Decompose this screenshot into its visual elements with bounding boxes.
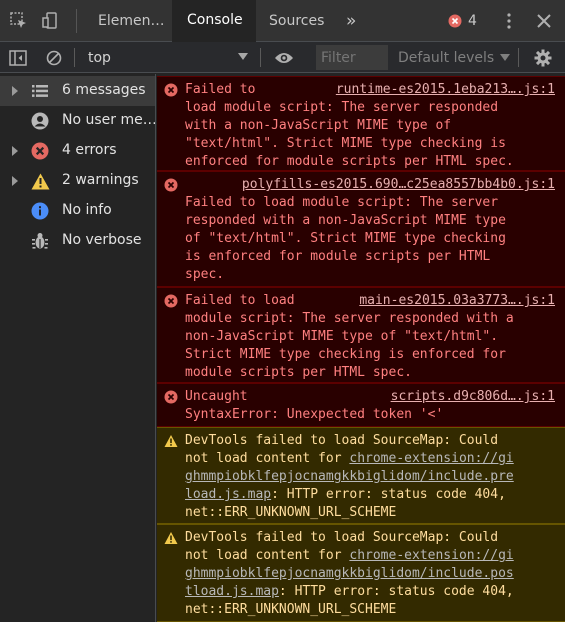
message-text: DevTools failed to load SourceMap: Could…	[185, 529, 559, 619]
console-error-message[interactable]: Failed to load module script: The server…	[157, 76, 565, 171]
chevron-down-icon	[238, 53, 248, 60]
message-line: module scripts per HTML spec.	[185, 365, 412, 380]
warning-icon	[164, 532, 178, 544]
message-line: enforced for module scripts per HTML spe…	[185, 154, 514, 169]
sourcemap-link[interactable]: chrome-extension://gi	[349, 548, 513, 563]
console-sidebar: 6 messages No user me… 4 errors 2 warnin…	[0, 74, 156, 622]
message-line: with a non-JavaScript MIME type of	[185, 118, 452, 133]
source-link[interactable]: main-es2015.03a3773….js:1	[359, 292, 555, 310]
context-label: top	[88, 49, 111, 66]
message-line: non-JavaScript MIME type of "text/html".	[185, 329, 499, 344]
sidebar-item-label: 2 warnings	[62, 172, 139, 188]
expand-arrow-icon[interactable]	[12, 176, 18, 186]
message-line: Failed to	[185, 82, 256, 97]
sidebar-item-label: 4 errors	[62, 142, 117, 158]
message-line: responded with a non-JavaScript MIME typ…	[185, 213, 506, 228]
console-toolbar: top Default levels	[0, 42, 565, 73]
error-icon	[164, 294, 178, 308]
message-line: Strict MIME type checking is enforced fo…	[185, 347, 506, 362]
chevron-down-icon	[500, 54, 511, 61]
sourcemap-link[interactable]: chrome-extension://gi	[349, 451, 513, 466]
error-count: 4	[468, 13, 477, 29]
message-line: net::ERR_UNKNOWN_URL_SCHEME	[185, 505, 397, 520]
sidebar-item-verbose[interactable]: No verbose	[0, 226, 155, 256]
sidebar-item-label: 6 messages	[62, 82, 146, 98]
more-tabs-label: »	[346, 11, 357, 31]
filter-input[interactable]	[316, 45, 388, 70]
expand-arrow-icon[interactable]	[12, 146, 18, 156]
expand-arrow-icon[interactable]	[12, 86, 18, 96]
list-icon	[30, 81, 50, 101]
message-line: Uncaught	[185, 389, 248, 404]
message-line: spec.	[185, 267, 225, 282]
kebab-menu-icon[interactable]	[498, 0, 520, 42]
device-toolbar-icon[interactable]	[38, 0, 64, 42]
message-line: module script: The server responded with…	[185, 311, 514, 326]
sourcemap-link[interactable]: ghmmpiobklfepjocnamgkkbiglidom/include.p…	[185, 566, 514, 581]
tab-console-label: Console	[187, 12, 243, 28]
warning-icon	[164, 435, 178, 447]
console-warning-message[interactable]: DevTools failed to load SourceMap: Could…	[157, 427, 565, 524]
clear-console-icon[interactable]	[42, 42, 66, 73]
console-error-message[interactable]: Failed to load module script: The server…	[157, 287, 565, 383]
live-expression-eye-icon[interactable]	[272, 42, 296, 73]
error-icon	[164, 83, 178, 97]
message-text-after: : HTTP error: status code 404,	[278, 584, 514, 599]
log-levels-label: Default levels	[398, 49, 495, 66]
message-line: net::ERR_UNKNOWN_URL_SCHEME	[185, 602, 397, 617]
sidebar-item-errors[interactable]: 4 errors	[0, 136, 155, 166]
console-messages: Failed to load module script: The server…	[157, 74, 565, 622]
tab-console[interactable]: Console	[172, 0, 256, 42]
error-count-badge[interactable]: 4	[448, 0, 484, 42]
message-line: SyntaxError: Unexpected token '<'	[185, 407, 444, 422]
source-link[interactable]: runtime-es2015.1eba213….js:1	[336, 81, 555, 99]
context-selector[interactable]: top	[82, 42, 254, 73]
message-text-after: : HTTP error: status code 404,	[271, 487, 506, 502]
source-link[interactable]: scripts.d9c806d….js:1	[391, 388, 555, 406]
tab-sources-label: Sources	[269, 13, 325, 29]
sourcemap-link[interactable]: ghmmpiobklfepjocnamgkkbiglidom/include.p…	[185, 469, 514, 484]
sourcemap-link[interactable]: tload.js.map	[185, 584, 279, 599]
info-icon	[30, 201, 50, 221]
user-icon	[30, 111, 50, 131]
gear-icon[interactable]	[530, 42, 556, 73]
message-line: load module script: The server responded	[185, 100, 499, 115]
source-link[interactable]: polyfills-es2015.690…c25ea8557bb4b0.js:1	[242, 176, 555, 194]
console-error-message[interactable]: Uncaught SyntaxError: Unexpected token '…	[157, 383, 565, 427]
console-error-message[interactable]: Failed to load module script: The server…	[157, 171, 565, 287]
tab-sources[interactable]: Sources	[256, 0, 336, 42]
message-line: "text/html". Strict MIME type checking i…	[185, 136, 506, 151]
error-icon	[164, 390, 178, 404]
message-line: is enforced for module scripts per HTML	[185, 249, 491, 264]
sidebar-item-label: No verbose	[62, 232, 142, 248]
sidebar-item-info[interactable]: No info	[0, 196, 155, 226]
close-icon[interactable]	[532, 0, 556, 42]
message-line: Failed to load module script: The server	[185, 195, 499, 210]
error-icon	[30, 141, 50, 161]
bug-icon	[30, 231, 50, 251]
devtools-tab-bar: Elemen… Console Sources » 4	[0, 0, 565, 42]
error-icon	[164, 178, 178, 192]
log-levels-dropdown[interactable]: Default levels	[398, 42, 511, 73]
sidebar-item-label: No info	[62, 202, 112, 218]
message-line: of "text/html". Strict MIME type checkin…	[185, 231, 506, 246]
error-icon	[448, 14, 462, 28]
sidebar-item-messages[interactable]: 6 messages	[0, 76, 155, 106]
message-line: Failed to load	[185, 293, 295, 308]
sidebar-item-warnings[interactable]: 2 warnings	[0, 166, 155, 196]
sidebar-item-user-messages[interactable]: No user me…	[0, 106, 155, 136]
inspect-element-icon[interactable]	[6, 0, 32, 42]
console-warning-message[interactable]: DevTools failed to load SourceMap: Could…	[157, 524, 565, 622]
sidebar-item-label: No user me…	[62, 112, 155, 128]
sidebar-toggle-icon[interactable]	[6, 42, 30, 73]
tab-elements[interactable]: Elemen…	[84, 0, 172, 42]
message-text: DevTools failed to load SourceMap: Could…	[185, 432, 559, 522]
tab-elements-label: Elemen…	[98, 13, 165, 29]
more-tabs-button[interactable]: »	[336, 0, 368, 42]
warning-icon	[30, 171, 50, 191]
sourcemap-link[interactable]: load.js.map	[185, 487, 271, 502]
